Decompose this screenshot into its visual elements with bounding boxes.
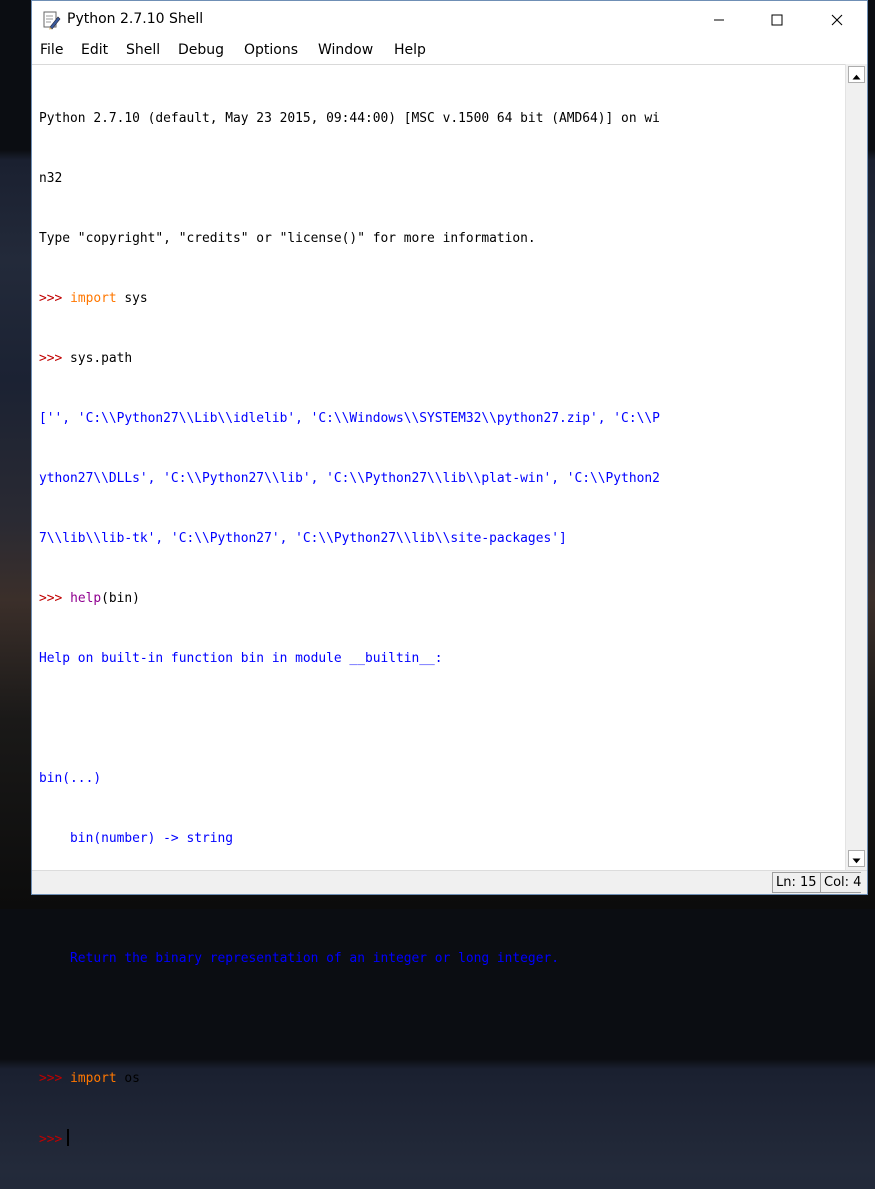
minimize-icon (713, 11, 725, 30)
shell-prompt: >>> (39, 1132, 63, 1147)
menu-window[interactable]: Window (318, 42, 373, 58)
banner-line: Type "copyright", "credits" or "license(… (39, 231, 536, 246)
maximize-icon (771, 11, 783, 30)
menu-shell[interactable]: Shell (126, 42, 160, 58)
menu-file[interactable]: File (40, 42, 63, 58)
output-line: bin(number) -> string (39, 831, 234, 846)
current-input-line[interactable]: >>> (39, 1129, 660, 1149)
builtin-name: help (70, 591, 102, 606)
output-line: ython27\\DLLs', 'C:\\Python27\\lib', 'C:… (39, 471, 660, 486)
keyword: import (70, 1071, 117, 1086)
output-line: 7\\lib\\lib-tk', 'C:\\Python27', 'C:\\Py… (39, 531, 567, 546)
keyword: import (70, 291, 117, 306)
minimize-button[interactable] (696, 1, 742, 39)
close-button[interactable] (814, 1, 860, 39)
column-number-indicator: Col: 4 (820, 872, 862, 893)
status-bar: Ln: 15 Col: 4 (32, 870, 867, 894)
shell-prompt: >>> (39, 291, 63, 306)
command-text: sys.path (62, 351, 133, 366)
command-text: os (116, 1071, 140, 1086)
vertical-scrollbar[interactable] (845, 64, 867, 870)
shell-prompt: >>> (39, 351, 63, 366)
arrow-up-icon (852, 65, 861, 84)
idle-app-icon (41, 10, 61, 30)
scroll-up-button[interactable] (848, 66, 865, 83)
output-line: Help on built-in function bin in module … (39, 651, 443, 666)
menu-options[interactable]: Options (244, 42, 298, 58)
idle-shell-window: Python 2.7.10 Shell File Edit Shell Debu… (31, 0, 868, 1147)
input-line: >>> sys.path (39, 349, 660, 369)
arrow-down-icon (852, 849, 861, 868)
command-text: sys (116, 291, 148, 306)
shell-text-area[interactable]: Python 2.7.10 (default, May 23 2015, 09:… (32, 64, 845, 1147)
scroll-down-button[interactable] (848, 850, 865, 867)
input-line: >>> import sys (39, 289, 660, 309)
shell-prompt: >>> (39, 591, 63, 606)
close-icon (831, 11, 843, 30)
output-line: Return the binary representation of an i… (39, 951, 559, 966)
title-bar[interactable]: Python 2.7.10 Shell (32, 1, 867, 39)
banner-line: n32 (39, 171, 63, 186)
line-number-indicator: Ln: 15 (772, 872, 821, 893)
input-line: >>> import os (39, 1069, 660, 1089)
menu-bar: File Edit Shell Debug Options Window Hel… (32, 39, 867, 64)
output-line: bin(...) (39, 771, 102, 786)
shell-prompt: >>> (39, 1071, 63, 1086)
output-line: ['', 'C:\\Python27\\Lib\\idlelib', 'C:\\… (39, 411, 660, 426)
input-line: >>> help(bin) (39, 589, 660, 609)
maximize-button[interactable] (754, 1, 800, 39)
command-text: (bin) (101, 591, 140, 606)
menu-help[interactable]: Help (394, 42, 426, 58)
window-title: Python 2.7.10 Shell (67, 11, 204, 27)
text-cursor (67, 1129, 70, 1146)
menu-debug[interactable]: Debug (178, 42, 224, 58)
menu-edit[interactable]: Edit (81, 42, 108, 58)
banner-line: Python 2.7.10 (default, May 23 2015, 09:… (39, 111, 660, 126)
